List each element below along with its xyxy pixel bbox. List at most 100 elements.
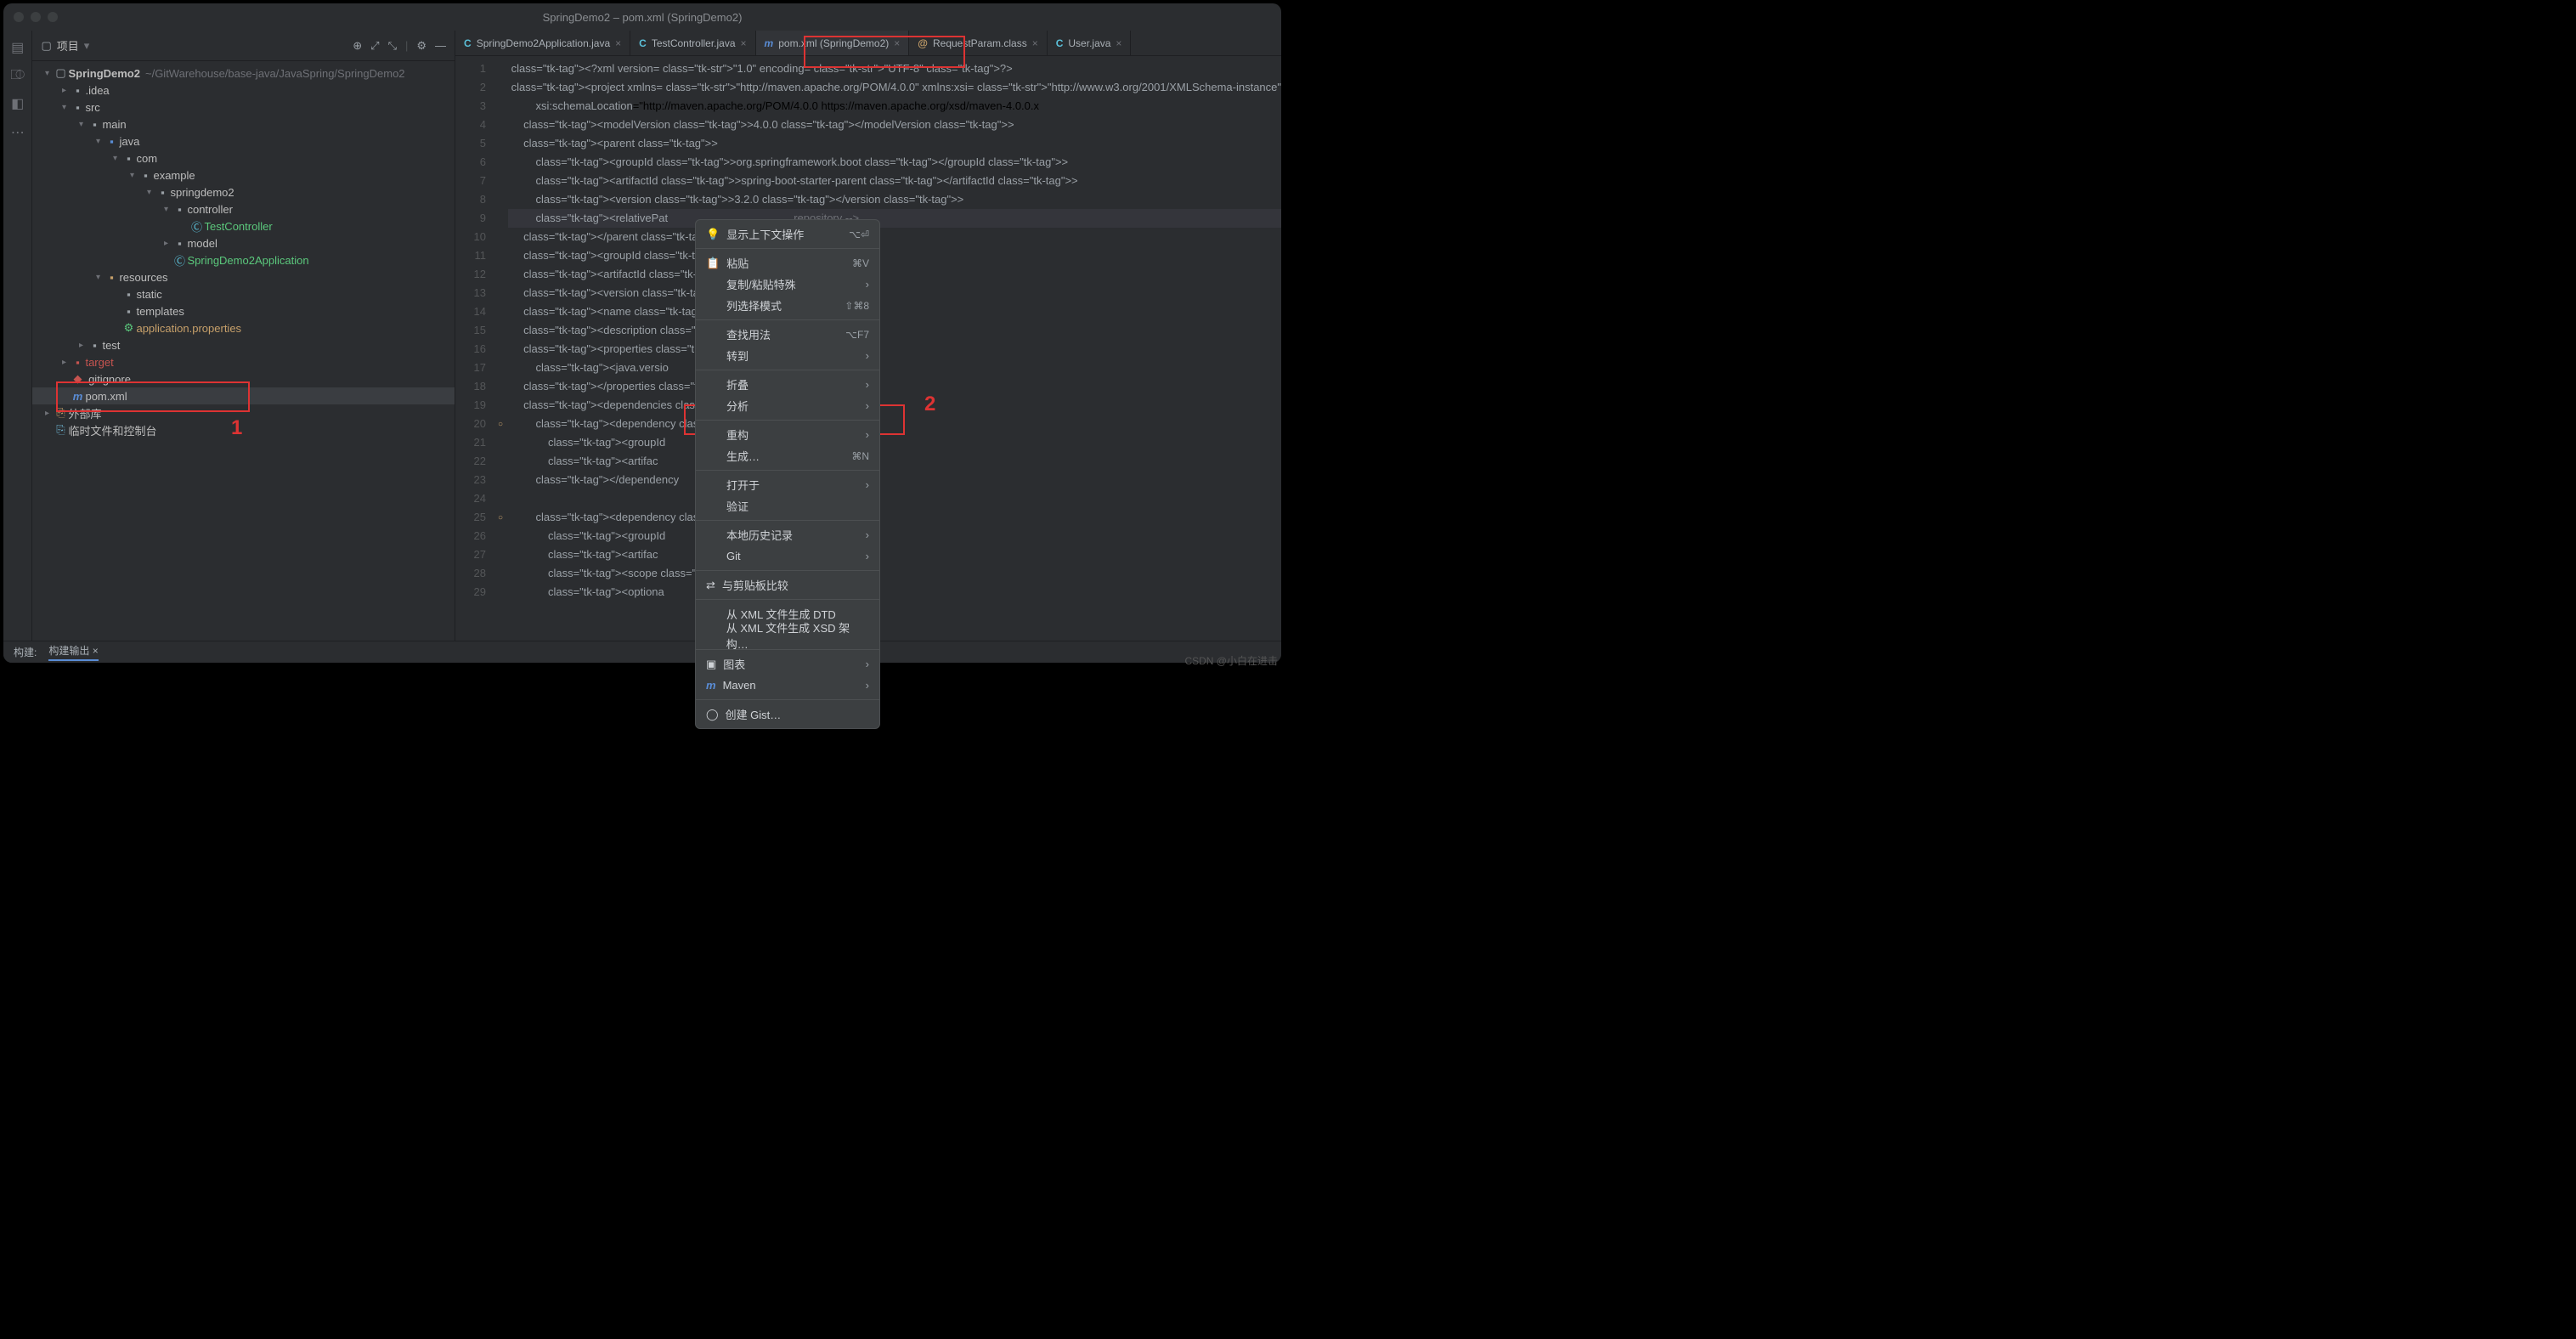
menu-item-label: Maven (723, 679, 756, 692)
tree-java[interactable]: ▾▪java (32, 133, 455, 150)
menu-item-label: 本地历史记录 (726, 527, 793, 543)
code-area[interactable]: class="tk-tag"><?xml version= class="tk-… (508, 56, 1281, 642)
titlebar: SpringDemo2 – pom.xml (SpringDemo2) (3, 3, 1281, 31)
annotation-box-tabs (804, 36, 965, 68)
tab-close-icon[interactable]: × (615, 37, 621, 49)
menu-item[interactable]: 从 XML 文件生成 XSD 架构… (696, 624, 879, 646)
menu-item-label: 复制/粘贴特殊 (726, 276, 796, 292)
tree-idea[interactable]: ▸▪.idea (32, 82, 455, 99)
editor-tab[interactable]: C TestController.java × (630, 31, 755, 55)
menu-item[interactable]: 验证 (696, 495, 879, 517)
menu-item[interactable]: 查找用法⌥F7 (696, 324, 879, 345)
menu-item-label: 显示上下文操作 (726, 226, 804, 242)
tree-com[interactable]: ▾▪com (32, 150, 455, 167)
more-tool-icon[interactable]: ⋯ (11, 124, 25, 141)
github-icon: ◯ (706, 708, 719, 721)
menu-item-label: 折叠 (726, 376, 749, 393)
menu-item-label: Git (726, 550, 741, 562)
bulb-icon: 💡 (706, 228, 720, 241)
traffic-lights[interactable] (14, 12, 58, 22)
tree-testcontroller[interactable]: ⒸTestController (32, 218, 455, 234)
context-menu[interactable]: 💡显示上下文操作⌥⏎📋粘贴⌘V复制/粘贴特殊›列选择模式⇧⌘8查找用法⌥F7转到… (695, 219, 880, 729)
menu-item-label: 转到 (726, 347, 749, 364)
editor-tab[interactable]: CSpringDemo2Application.java× (455, 31, 630, 55)
tab-label: TestController.java (652, 37, 736, 49)
structure-tool-icon[interactable]: ⎄ (10, 68, 25, 83)
sidebar-title: 项目 (57, 37, 79, 54)
menu-item-label: 验证 (726, 498, 749, 514)
tab-close-icon[interactable]: × (1032, 37, 1038, 49)
menu-item[interactable]: Git› (696, 545, 879, 567)
menu-item[interactable]: 折叠› (696, 374, 879, 395)
expand-icon[interactable]: ⤢ (370, 39, 379, 53)
tab-label: User.java (1068, 37, 1110, 49)
tab-file-icon: C (464, 37, 472, 49)
menu-item[interactable]: ⇄ 与剪贴板比较 (696, 574, 879, 596)
menu-item[interactable]: mMaven› (696, 675, 879, 696)
editor-tab[interactable]: C User.java × (1048, 31, 1132, 55)
menu-item-label: 粘贴 (726, 255, 749, 271)
menu-item-label: 与剪贴板比较 (722, 577, 788, 593)
tree-resources[interactable]: ▾▪resources (32, 268, 455, 285)
folder-icon: ▢ (41, 39, 51, 53)
tab-file-icon: C (639, 37, 647, 49)
paste-icon: 📋 (706, 257, 720, 270)
menu-item[interactable]: 列选择模式⇧⌘8 (696, 295, 879, 316)
line-gutter: 1234567891011121314151617181920212223242… (455, 56, 493, 642)
hide-icon[interactable]: — (435, 39, 446, 53)
dropdown-icon[interactable]: ▾ (84, 39, 90, 53)
menu-item-label: 打开于 (726, 477, 760, 493)
project-tree[interactable]: ▾▢SpringDemo2~/GitWarehouse/base-java/Ja… (32, 61, 455, 663)
tree-scratch[interactable]: ⎘临时文件和控制台 (32, 421, 455, 438)
menu-item-label: 查找用法 (726, 326, 771, 342)
menu-item[interactable]: 生成…⌘N (696, 445, 879, 466)
select-opened-icon[interactable]: ⊕ (353, 39, 362, 53)
annotation-label-1: 1 (231, 416, 242, 440)
tree-target[interactable]: ▸▪target (32, 353, 455, 370)
menu-item-label: 生成… (726, 448, 760, 464)
menu-item-label: 创建 Gist… (726, 706, 782, 722)
menu-item[interactable]: 重构› (696, 424, 879, 445)
tree-project-root[interactable]: ▾▢SpringDemo2~/GitWarehouse/base-java/Ja… (32, 65, 455, 82)
tree-main[interactable]: ▾▪main (32, 116, 455, 133)
compare-icon: ⇄ (706, 579, 715, 592)
sidebar-header: ▢ 项目 ▾ ⊕ ⤢ ⤡ | ⚙ — (32, 31, 455, 61)
menu-item[interactable]: 转到› (696, 345, 879, 366)
diagram-icon: ▣ (706, 658, 716, 671)
project-tool-icon[interactable]: ▤ (11, 39, 24, 56)
bottom-bar: 构建: 构建输出 × (3, 641, 1281, 663)
menu-item[interactable]: 复制/粘贴特殊› (696, 274, 879, 295)
build-output-tab[interactable]: 构建输出 × (48, 643, 98, 661)
window-title: SpringDemo2 – pom.xml (SpringDemo2) (543, 11, 743, 24)
tab-close-icon[interactable]: × (741, 37, 747, 49)
collapse-icon[interactable]: ⤡ (388, 39, 397, 53)
menu-item[interactable]: 📋粘贴⌘V (696, 252, 879, 274)
tree-springdemo2[interactable]: ▾▪springdemo2 (32, 184, 455, 201)
tree-model[interactable]: ▸▪model (32, 234, 455, 251)
tree-templates[interactable]: ▪templates (32, 302, 455, 319)
menu-item-label: 从 XML 文件生成 XSD 架构… (726, 619, 869, 652)
tree-src[interactable]: ▾▪src (32, 99, 455, 116)
menu-item[interactable]: 💡显示上下文操作⌥⏎ (696, 223, 879, 245)
menu-item[interactable]: ▣图表› (696, 653, 879, 675)
tree-controller[interactable]: ▾▪controller (32, 201, 455, 218)
tree-example[interactable]: ▾▪example (32, 167, 455, 184)
tab-file-icon: m (765, 37, 774, 49)
menu-item-label: 图表 (723, 656, 745, 672)
settings-icon[interactable]: ⚙ (416, 39, 427, 53)
bookmark-tool-icon[interactable]: ◧ (11, 95, 24, 112)
project-sidebar: ▢ 项目 ▾ ⊕ ⤢ ⤡ | ⚙ — ▾▢SpringDemo2~/GitWar… (32, 31, 455, 663)
tree-test[interactable]: ▸▪test (32, 336, 455, 353)
tree-static[interactable]: ▪static (32, 285, 455, 302)
menu-item[interactable]: ◯ 创建 Gist… (696, 703, 879, 725)
menu-item[interactable]: 分析› (696, 395, 879, 416)
menu-item-label: 列选择模式 (726, 297, 782, 314)
tab-file-icon: C (1056, 37, 1064, 49)
menu-item-label: 重构 (726, 427, 749, 443)
tree-appprops[interactable]: ⚙application.properties (32, 319, 455, 336)
menu-item[interactable]: 本地历史记录› (696, 524, 879, 545)
tree-application[interactable]: ⒸSpringDemo2Application (32, 251, 455, 268)
tab-close-icon[interactable]: × (1116, 37, 1121, 49)
annotation-label-2: 2 (924, 393, 935, 416)
menu-item[interactable]: 打开于› (696, 474, 879, 495)
